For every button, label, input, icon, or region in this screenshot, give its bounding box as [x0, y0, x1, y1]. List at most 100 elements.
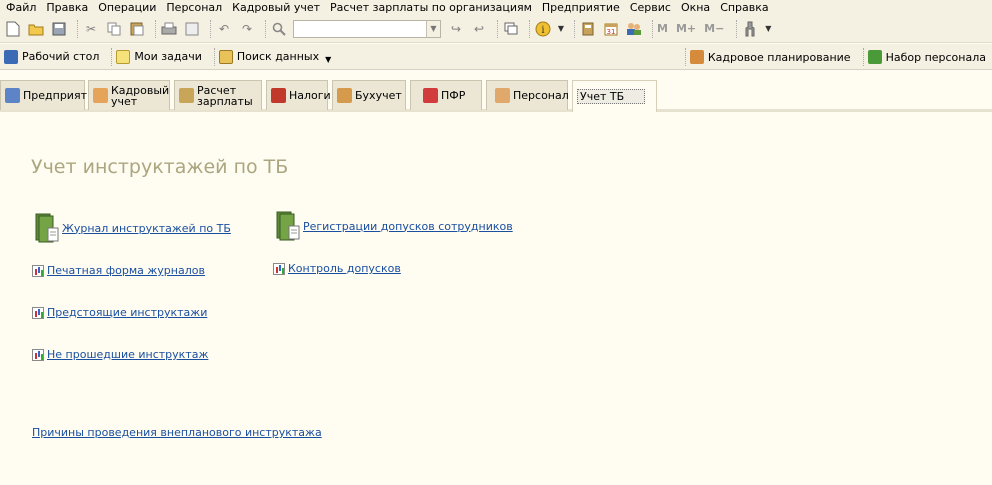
menu-windows[interactable]: Окна	[681, 1, 710, 14]
hr-icon	[93, 88, 108, 103]
chevron-down-icon[interactable]: ▼	[557, 20, 565, 38]
search-icon[interactable]	[270, 20, 288, 38]
tab-accounting[interactable]: Бухучет	[332, 80, 406, 110]
personnel-icon	[495, 88, 510, 103]
print-icon[interactable]	[160, 20, 178, 38]
hr-planning-button[interactable]: Кадровое планирование	[689, 50, 851, 64]
tab-label: Учет ТБ	[577, 89, 646, 104]
toolbar-separator	[77, 19, 78, 38]
add-user-icon	[867, 50, 882, 64]
upcoming-link[interactable]: Предстоящие инструктажи	[32, 306, 207, 319]
tab-taxes[interactable]: Налоги	[266, 80, 331, 110]
search-combo[interactable]: ▼	[293, 19, 441, 38]
chevron-down-icon[interactable]: ▼	[325, 55, 331, 64]
report-icon	[32, 264, 44, 277]
memory-button[interactable]: M	[657, 22, 668, 35]
page-title: Учет инструктажей по ТБ	[31, 156, 289, 178]
report-icon	[32, 306, 44, 319]
menu-bar: Файл Правка Операции Персонал Кадровый у…	[0, 0, 992, 15]
tab-payroll[interactable]: Расчет зарплаты	[174, 80, 262, 110]
menu-service[interactable]: Сервис	[630, 1, 671, 14]
open-folder-icon[interactable]	[27, 20, 45, 38]
control-link[interactable]: Контроль допусков	[273, 262, 401, 275]
sticky-note-icon	[116, 49, 131, 64]
svg-text:31: 31	[607, 28, 616, 36]
toolbar-separator	[574, 19, 575, 38]
desktop-label: Рабочий стол	[22, 50, 100, 63]
taxes-icon	[271, 88, 286, 103]
cut-icon[interactable]: ✂	[82, 20, 100, 38]
toolbar-separator	[736, 19, 738, 38]
toolbar-separator	[862, 48, 864, 66]
users-icon[interactable]	[625, 20, 643, 38]
svg-text:i: i	[541, 25, 544, 36]
calculator-icon[interactable]	[579, 20, 597, 38]
menu-file[interactable]: Файл	[6, 1, 36, 14]
recruit-label: Набор персонала	[885, 50, 986, 64]
calendar-icon[interactable]: 31	[602, 20, 620, 38]
memory-minus-button[interactable]: M−	[704, 22, 724, 35]
upcoming-link-label: Предстоящие инструктажи	[47, 306, 208, 319]
undo-icon[interactable]: ↶	[215, 20, 233, 38]
toolbar-separator	[684, 48, 686, 66]
memory-plus-button[interactable]: M+	[676, 22, 696, 35]
tab-safety[interactable]: Учет ТБ	[572, 80, 657, 112]
copy-icon[interactable]	[105, 20, 123, 38]
search-data-button[interactable]: Поиск данных ▼	[218, 49, 331, 64]
toolbar-separator	[155, 19, 156, 38]
journal-link[interactable]: Журнал инструктажей по ТБ	[34, 212, 231, 244]
my-tasks-label: Мои задачи	[134, 50, 202, 63]
menu-personnel[interactable]: Персонал	[166, 1, 222, 14]
chevron-down-icon[interactable]: ▼	[764, 20, 772, 38]
registration-icon	[276, 211, 300, 241]
quick-toolbar-right: Кадровое планирование Набор персонала	[681, 44, 986, 70]
print-form-link[interactable]: Печатная форма журналов	[32, 264, 205, 277]
report-icon	[273, 262, 285, 275]
not-passed-link[interactable]: Не прошедшие инструктаж	[32, 348, 208, 361]
control-link-label: Контроль допусков	[288, 262, 401, 275]
enterprise-icon	[5, 88, 20, 103]
recruit-button[interactable]: Набор персонала	[867, 50, 986, 64]
save-icon[interactable]	[50, 20, 68, 38]
menu-enterprise[interactable]: Предприятие	[542, 1, 620, 14]
paste-icon[interactable]	[128, 20, 146, 38]
menu-payroll[interactable]: Расчет зарплаты по организациям	[330, 1, 532, 14]
desktop-icon	[4, 49, 18, 64]
tools-icon[interactable]	[741, 20, 759, 38]
tab-label: ПФР	[441, 89, 466, 102]
tab-personnel[interactable]: Персонал	[486, 80, 569, 110]
toolbar-separator	[529, 19, 530, 38]
reasons-link[interactable]: Причины проведения внепланового инструкт…	[32, 426, 322, 439]
quick-toolbar: Рабочий стол Мои задачи Поиск данных ▼ К…	[0, 44, 992, 70]
find-next-icon[interactable]: ↪	[447, 20, 465, 38]
search-data-icon	[218, 49, 233, 64]
print-form-link-label: Печатная форма журналов	[47, 264, 205, 277]
toolbar-separator	[213, 47, 215, 66]
toolbar-separator	[265, 19, 266, 38]
chevron-down-icon[interactable]: ▼	[426, 20, 440, 37]
desktop-button[interactable]: Рабочий стол	[4, 49, 100, 64]
menu-help[interactable]: Справка	[720, 1, 768, 14]
tab-label: Расчет зарплаты	[197, 83, 253, 108]
preview-icon[interactable]	[183, 20, 201, 38]
redo-icon[interactable]: ↷	[238, 20, 256, 38]
tab-hr[interactable]: Кадровый учет	[88, 80, 170, 110]
tab-pfr[interactable]: ПФР	[410, 80, 482, 110]
registration-link-label: Регистрации допусков сотрудников	[303, 219, 513, 233]
journal-icon	[35, 213, 59, 243]
tab-enterprise[interactable]: Предприятие	[0, 80, 101, 110]
find-prev-icon[interactable]: ↩	[470, 20, 488, 38]
windows-icon[interactable]	[502, 20, 520, 38]
toolbar-separator	[210, 19, 211, 38]
menu-hr[interactable]: Кадровый учет	[232, 1, 320, 14]
toolbar-separator	[497, 19, 498, 38]
toolbar-separator	[652, 19, 653, 38]
registration-link[interactable]: Регистрации допусков сотрудников	[275, 210, 513, 242]
info-icon[interactable]: i	[534, 20, 552, 38]
menu-edit[interactable]: Правка	[46, 1, 88, 14]
reasons-link-label: Причины проведения внепланового инструкт…	[32, 426, 322, 439]
toolbar-separator	[111, 47, 113, 66]
new-document-icon[interactable]	[4, 20, 22, 38]
menu-operations[interactable]: Операции	[98, 1, 156, 14]
my-tasks-button[interactable]: Мои задачи	[116, 49, 202, 64]
